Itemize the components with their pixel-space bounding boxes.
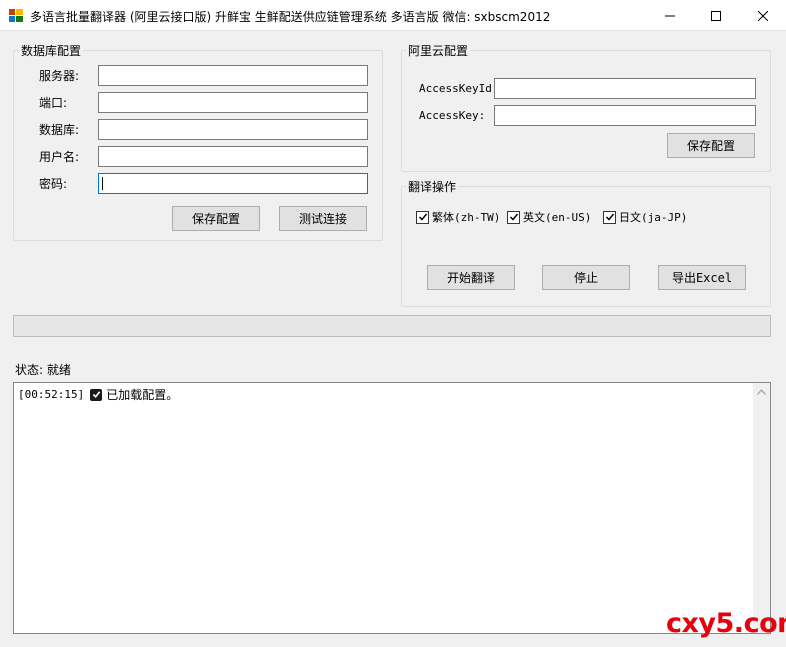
check-box-icon — [90, 388, 103, 401]
server-input[interactable] — [98, 65, 368, 86]
port-input[interactable] — [98, 92, 368, 113]
minimize-button[interactable] — [647, 0, 693, 31]
log-scrollbar[interactable] — [753, 383, 770, 633]
access-key-label: AccessKey: — [419, 109, 486, 122]
checkbox-checked-icon[interactable] — [507, 210, 520, 224]
text-caret — [102, 177, 103, 190]
checkbox-checked-icon[interactable] — [603, 210, 616, 224]
log-time: [00:52:15] — [18, 388, 85, 401]
db-save-button[interactable]: 保存配置 — [172, 206, 260, 231]
log-entry: [00:52:15] 已加载配置。 — [18, 386, 178, 403]
access-key-id-input[interactable] — [494, 78, 756, 99]
aliyun-save-button[interactable]: 保存配置 — [667, 133, 755, 158]
status-label: 状态: 就绪 — [15, 361, 71, 378]
db-config-title: 数据库配置 — [19, 42, 84, 59]
server-label: 服务器: — [39, 69, 80, 83]
window-title: 多语言批量翻译器 (阿里云接口版) 升鲜宝 生鲜配送供应链管理系统 多语言版 微… — [30, 10, 551, 24]
lang-checkbox-zh-tw[interactable]: 繁体(zh-TW) — [416, 209, 500, 225]
minimize-icon — [665, 15, 675, 16]
status-prefix: 状态: — [15, 363, 44, 377]
close-button[interactable] — [740, 0, 786, 31]
status-value: 就绪 — [46, 363, 71, 377]
log-message: 已加载配置。 — [106, 388, 179, 402]
app-icon — [9, 9, 23, 22]
lang-checkbox-ja-jp[interactable]: 日文(ja-JP) — [603, 209, 687, 225]
password-input[interactable] — [98, 173, 368, 194]
lang-checkbox-en-us[interactable]: 英文(en-US) — [507, 209, 591, 225]
password-label: 密码: — [39, 177, 68, 191]
port-label: 端口: — [39, 96, 68, 110]
maximize-button[interactable] — [693, 0, 739, 31]
lang-label-zh-tw: 繁体(zh-TW) — [432, 211, 501, 224]
export-excel-button[interactable]: 导出Excel — [658, 265, 746, 290]
watermark: cxy5.com — [666, 608, 786, 639]
database-label: 数据库: — [39, 123, 80, 137]
username-input[interactable] — [98, 146, 368, 167]
title-bar[interactable]: 多语言批量翻译器 (阿里云接口版) 升鲜宝 生鲜配送供应链管理系统 多语言版 微… — [0, 0, 786, 31]
checkbox-checked-icon[interactable] — [416, 210, 429, 224]
progress-bar — [13, 315, 771, 337]
chevron-up-icon — [757, 388, 766, 395]
lang-label-ja-jp: 日文(ja-JP) — [619, 211, 688, 224]
access-key-input[interactable] — [494, 105, 756, 126]
database-input[interactable] — [98, 119, 368, 140]
scroll-up-button[interactable] — [753, 383, 770, 400]
username-label: 用户名: — [39, 150, 80, 164]
start-translate-button[interactable]: 开始翻译 — [427, 265, 515, 290]
test-connection-button[interactable]: 测试连接 — [279, 206, 367, 231]
aliyun-config-title: 阿里云配置 — [406, 42, 471, 59]
lang-label-en-us: 英文(en-US) — [523, 211, 592, 224]
stop-button[interactable]: 停止 — [542, 265, 630, 290]
translate-title: 翻译操作 — [406, 178, 459, 195]
access-key-id-label: AccessKeyId: — [419, 82, 499, 95]
log-textbox[interactable]: [00:52:15] 已加载配置。 — [13, 382, 771, 634]
maximize-icon — [711, 10, 721, 21]
close-icon — [758, 10, 768, 21]
